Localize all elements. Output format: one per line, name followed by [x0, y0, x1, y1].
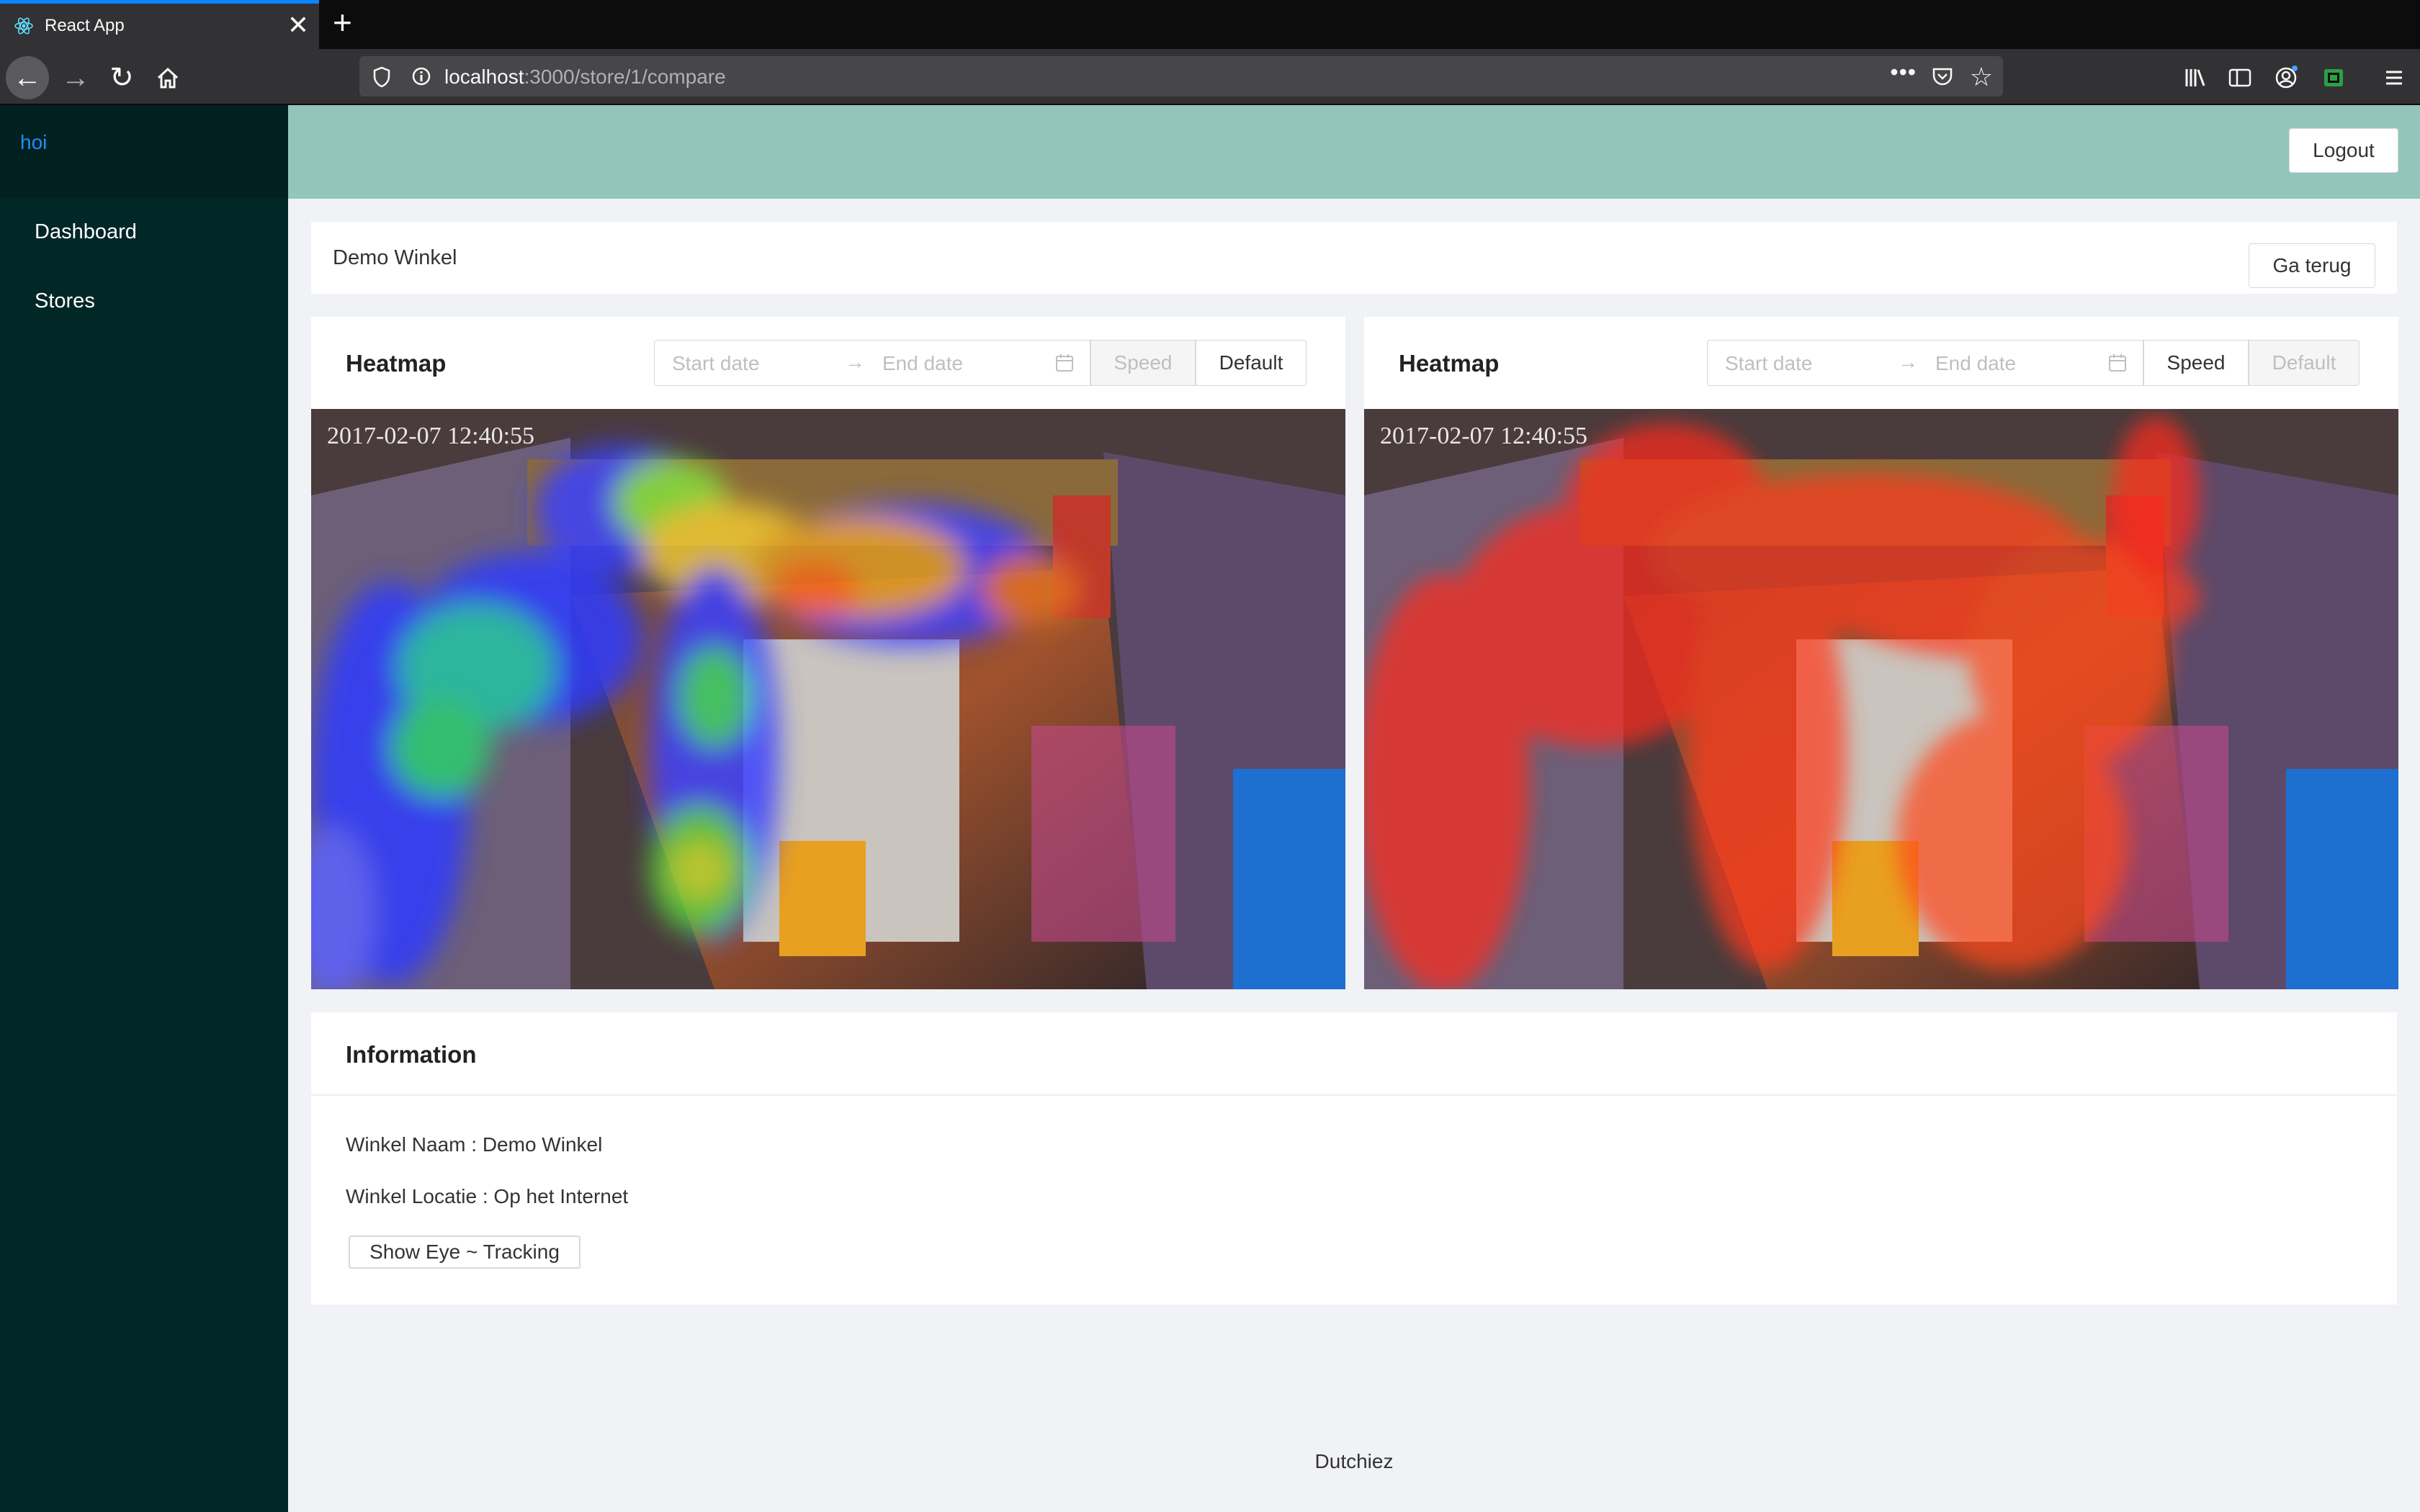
- page-actions-icon[interactable]: •••: [1890, 59, 1917, 86]
- library-icon[interactable]: [2182, 65, 2208, 91]
- site-info-icon[interactable]: [411, 66, 431, 86]
- home-icon[interactable]: [148, 56, 187, 99]
- sidebar-toggle-icon[interactable]: [2227, 65, 2253, 91]
- calendar-icon: [1056, 354, 1073, 372]
- tab-title: React App: [45, 16, 125, 35]
- tracking-shield-icon[interactable]: [372, 66, 391, 88]
- heatmap-title: Heatmap: [1399, 350, 1500, 377]
- footer: Dutchiez: [1314, 1450, 1394, 1472]
- reload-icon[interactable]: ↻: [102, 56, 141, 99]
- heatmap-title: Heatmap: [346, 350, 447, 377]
- go-back-button[interactable]: Ga terug: [2249, 243, 2375, 288]
- url-path: :3000/store/1/compare: [524, 66, 726, 88]
- url-text: localhost:3000/store/1/compare: [444, 66, 726, 89]
- date-range-picker[interactable]: Start date → End date: [1707, 340, 2143, 386]
- heatmap-timestamp: 2017-02-07 12:40:55: [327, 423, 534, 449]
- default-button[interactable]: Default: [2249, 340, 2360, 386]
- heatmap-card-left: Heatmap Start date → End date Speed Defa…: [311, 317, 1345, 989]
- end-date-input[interactable]: End date: [1935, 352, 2016, 375]
- start-date-input[interactable]: Start date: [672, 352, 759, 375]
- end-date-input[interactable]: End date: [882, 352, 963, 375]
- react-logo-icon: [14, 17, 33, 35]
- forward-arrow-icon[interactable]: →: [56, 56, 95, 99]
- start-date-input[interactable]: Start date: [1725, 352, 1812, 375]
- heatmap-timestamp: 2017-02-07 12:40:55: [1380, 423, 1587, 449]
- account-icon[interactable]: [2273, 65, 2299, 91]
- store-location-line: Winkel Locatie : Op het Internet: [346, 1185, 629, 1207]
- range-arrow-icon: →: [845, 351, 865, 373]
- back-arrow-icon[interactable]: ←: [6, 56, 49, 99]
- store-name-line: Winkel Naam : Demo Winkel: [346, 1133, 603, 1156]
- sidebar-brand: hoi: [0, 105, 288, 199]
- default-button[interactable]: Default: [1196, 340, 1307, 386]
- sidebar-item-dashboard[interactable]: Dashboard: [35, 220, 137, 244]
- extension-icon[interactable]: [2321, 65, 2347, 91]
- logout-button[interactable]: Logout: [2289, 128, 2398, 173]
- brand-link[interactable]: hoi: [20, 131, 47, 154]
- heatmap-card-right: Heatmap Start date → End date Speed Defa…: [1364, 317, 2398, 989]
- speed-button[interactable]: Speed: [2143, 340, 2249, 386]
- browser-toolbar: ← → ↻ localhost:3000/store/1/compare •••…: [0, 49, 2420, 105]
- information-title: Information: [346, 1041, 477, 1068]
- new-tab-icon[interactable]: +: [333, 4, 352, 40]
- range-arrow-icon: →: [1898, 351, 1918, 373]
- browser-tab-bar: React App ✕ +: [0, 0, 2420, 49]
- divider: [311, 1094, 2397, 1096]
- speed-button[interactable]: Speed: [1090, 340, 1196, 386]
- heatmap-image: 2017-02-07 12:40:55: [311, 409, 1345, 989]
- close-tab-icon[interactable]: ✕: [287, 11, 309, 40]
- show-eye-tracking-button[interactable]: Show Eye ~ Tracking: [349, 1236, 581, 1269]
- information-card: Information Winkel Naam : Demo Winkel Wi…: [311, 1012, 2397, 1305]
- sidebar: hoi Dashboard Stores: [0, 105, 288, 1512]
- store-card: Demo Winkel Ga terug: [311, 222, 2397, 294]
- date-range-picker[interactable]: Start date → End date: [654, 340, 1090, 386]
- bookmark-star-icon[interactable]: ☆: [1970, 62, 1993, 92]
- url-host: localhost: [444, 66, 524, 88]
- menu-icon[interactable]: [2381, 65, 2407, 91]
- app-header: Logout: [288, 105, 2420, 199]
- calendar-icon: [2109, 354, 2126, 372]
- store-name: Demo Winkel: [333, 246, 457, 269]
- browser-tab[interactable]: React App ✕: [0, 0, 319, 49]
- pocket-icon[interactable]: [1931, 65, 1954, 88]
- heatmap-image: 2017-02-07 12:40:55: [1364, 409, 2398, 989]
- sidebar-item-stores[interactable]: Stores: [35, 289, 95, 313]
- url-bar[interactable]: localhost:3000/store/1/compare ••• ☆: [359, 56, 2003, 96]
